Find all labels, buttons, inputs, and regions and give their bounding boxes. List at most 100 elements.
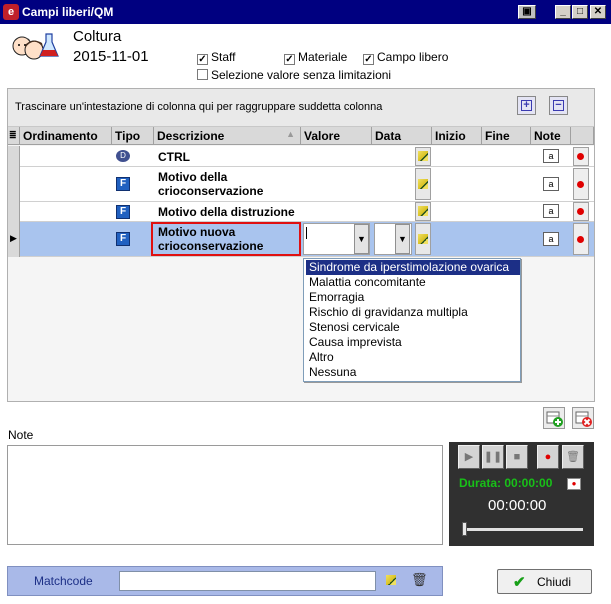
camera-icon[interactable]: ▣ (518, 5, 536, 19)
note-icon[interactable]: a (543, 149, 559, 163)
tipo-d-icon: D (116, 150, 130, 162)
duration-label: Durata: 00:00:00 (459, 476, 553, 490)
check-icon: ✓ (197, 54, 208, 65)
checkmark-icon: ✔ (513, 574, 526, 591)
page-date: 2015-11-01 (73, 48, 149, 65)
date-picker-button[interactable] (415, 223, 431, 255)
note-icon[interactable]: a (543, 232, 559, 246)
progress-slider-handle[interactable] (462, 522, 467, 536)
title-bar: e Campi liberi/QM ▣ _ □ ✕ (0, 0, 611, 24)
add-row-button[interactable] (543, 407, 565, 429)
descrizione-cell: CTRL (158, 150, 190, 164)
stop-button[interactable]: ■ (506, 445, 528, 469)
calendar-pencil-icon (418, 234, 428, 244)
col-header-descrizione[interactable]: Descrizione ▲ (154, 127, 301, 145)
row-indicator[interactable] (8, 167, 20, 202)
record-icon (577, 208, 584, 215)
note-icon[interactable]: a (543, 177, 559, 191)
row-indicator[interactable] (8, 146, 20, 167)
delete-row-button[interactable] (572, 407, 594, 429)
check-icon: ✓ (363, 54, 374, 65)
record-button[interactable] (573, 168, 589, 200)
valore-dropdown-button[interactable]: ▼ (354, 224, 369, 254)
date-picker-button[interactable] (415, 147, 431, 166)
record-button[interactable] (573, 223, 589, 255)
player-record-button[interactable]: ● (537, 445, 559, 469)
add-row-icon (546, 411, 563, 427)
sort-asc-icon: ▲ (286, 129, 295, 139)
trash-icon[interactable]: 🗑 (411, 572, 428, 588)
col-header-valore[interactable]: Valore (301, 127, 372, 145)
materiale-checkbox[interactable]: ✓ Materiale (284, 50, 347, 65)
pause-icon: ❚❚ (483, 451, 503, 463)
progress-track[interactable] (462, 528, 583, 531)
trash-icon: 🗑 (566, 451, 580, 463)
record-icon (577, 236, 584, 243)
record-icon (577, 153, 584, 160)
chevron-down-icon: ▼ (357, 234, 366, 244)
expand-all-button[interactable]: + (517, 96, 536, 115)
dropdown-option[interactable]: Causa imprevista (306, 335, 520, 350)
record-button[interactable] (573, 202, 589, 221)
descrizione-cell: Motivo nuova crioconservazione (158, 225, 264, 253)
col-header-note[interactable]: Note (531, 127, 571, 145)
col-header-tipo[interactable]: Tipo (112, 127, 154, 145)
pause-button[interactable]: ❚❚ (482, 445, 504, 469)
delete-row-icon (575, 411, 592, 427)
player-time: 00:00:00 (488, 497, 547, 514)
notes-label: Note (8, 428, 34, 442)
date-picker-button[interactable] (415, 168, 431, 200)
valore-dropdown-list: Sindrome da iperstimolazione ovarica Mal… (303, 258, 521, 382)
close-button[interactable]: ✕ (590, 5, 606, 19)
player-delete-button[interactable]: 🗑 (562, 445, 584, 469)
chevron-down-icon: ▼ (398, 234, 407, 244)
dropdown-option[interactable]: Sindrome da iperstimolazione ovarica (306, 260, 520, 275)
matchcode-edit-button[interactable] (384, 572, 400, 591)
table-row-selected[interactable] (8, 222, 594, 257)
current-row-arrow-icon: ▶ (8, 222, 20, 257)
notes-textarea[interactable] (7, 445, 443, 545)
dropdown-option[interactable]: Rischio di gravidanza multipla (306, 305, 520, 320)
dropdown-option[interactable]: Stenosi cervicale (306, 320, 520, 335)
note-icon[interactable]: a (543, 204, 559, 218)
row-indicator[interactable] (8, 202, 20, 222)
data-dropdown-button[interactable]: ▼ (395, 224, 410, 254)
maximize-button[interactable]: □ (572, 5, 588, 19)
table-row[interactable] (8, 167, 594, 202)
dropdown-option[interactable]: Malattia concomitante (306, 275, 520, 290)
descrizione-cell: Motivo della crioconservazione (158, 170, 264, 198)
collapse-all-button[interactable]: − (549, 96, 568, 115)
descrizione-cell: Motivo della distruzione (158, 205, 295, 219)
matchcode-input[interactable] (119, 571, 376, 591)
table-row[interactable] (8, 146, 594, 167)
record-button[interactable] (573, 147, 589, 166)
dropdown-option[interactable]: Altro (306, 350, 520, 365)
dropdown-option[interactable]: Nessuna (306, 365, 520, 380)
campo-libero-checkbox[interactable]: ✓ Campo libero (363, 50, 448, 65)
window-title: Campi liberi/QM (22, 5, 114, 19)
calendar-pencil-icon (418, 179, 428, 189)
calendar-pencil-icon (418, 151, 428, 161)
play-icon: ▶ (464, 451, 474, 463)
staff-checkbox[interactable]: ✓ Staff (197, 50, 235, 65)
record-indicator-icon: ● (567, 478, 581, 490)
text-cursor (306, 227, 307, 239)
play-button[interactable]: ▶ (458, 445, 480, 469)
col-header-ordinamento[interactable]: Ordinamento (20, 127, 112, 145)
tipo-f-icon: F (116, 177, 130, 191)
close-dialog-button[interactable]: ✔ Chiudi (497, 569, 592, 594)
matchcode-label: Matchcode (34, 574, 93, 588)
lab-people-icon (12, 33, 59, 60)
column-chooser-icon[interactable]: ≣ (8, 127, 20, 145)
col-header-data[interactable]: Data (372, 127, 432, 145)
dropdown-option[interactable]: Emorragia (306, 290, 520, 305)
minimize-button[interactable]: _ (555, 5, 571, 19)
col-header-fine[interactable]: Fine (482, 127, 531, 145)
senza-limitazioni-checkbox[interactable]: Selezione valore senza limitazioni (197, 68, 391, 82)
pencil-icon (386, 575, 396, 585)
record-icon (577, 181, 584, 188)
date-picker-button[interactable] (415, 202, 431, 221)
minus-icon: − (553, 100, 564, 111)
col-header-inizio[interactable]: Inizio (432, 127, 482, 145)
table-row[interactable] (8, 202, 594, 222)
